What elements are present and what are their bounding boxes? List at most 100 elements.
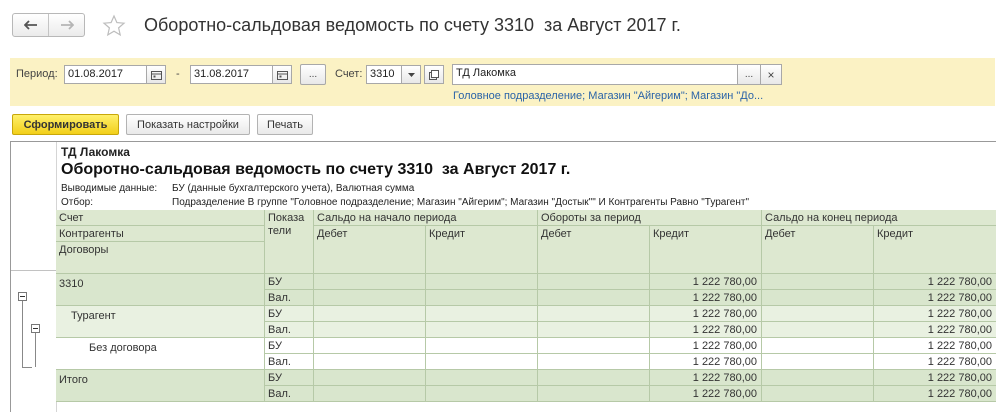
table-row-indicator: БУ bbox=[265, 306, 314, 322]
table-cell-empty bbox=[314, 338, 426, 354]
table-cell-empty bbox=[314, 322, 426, 338]
column-header-debit: Дебет bbox=[538, 226, 650, 274]
tree-line bbox=[22, 301, 23, 367]
report-organization: ТД Лакомка bbox=[61, 145, 130, 159]
column-header-closing: Сальдо на конец периода bbox=[762, 210, 996, 226]
table-cell-value: 1 222 780,00 bbox=[650, 274, 762, 290]
account-open-button[interactable] bbox=[424, 65, 444, 84]
output-value: БУ (данные бухгалтерского учета), Валютн… bbox=[172, 183, 415, 194]
table-cell-empty bbox=[762, 386, 874, 402]
print-button[interactable]: Печать bbox=[257, 114, 313, 135]
table-cell-empty bbox=[314, 386, 426, 402]
filter-value: Подразделение В группе "Головное подразд… bbox=[172, 197, 750, 208]
favorite-button[interactable] bbox=[100, 12, 128, 40]
table-cell-value: 1 222 780,00 bbox=[650, 354, 762, 370]
tree-line bbox=[22, 367, 32, 368]
table-cell-empty bbox=[538, 338, 650, 354]
date-from-input[interactable]: 01.08.2017 bbox=[64, 65, 147, 84]
column-header-indicators: Показа тели bbox=[265, 210, 314, 274]
table-row-name: 3310 bbox=[56, 274, 265, 306]
table-cell-value: 1 222 780,00 bbox=[874, 386, 996, 402]
table-cell-empty bbox=[762, 354, 874, 370]
grouping-header-separator bbox=[11, 270, 56, 271]
collapse-icon[interactable] bbox=[18, 292, 27, 301]
table-row-indicator: Вал. bbox=[265, 354, 314, 370]
account-dropdown-button[interactable] bbox=[401, 65, 421, 84]
organization-input[interactable]: ТД Лакомка bbox=[452, 64, 738, 85]
column-header-credit: Кредит bbox=[650, 226, 762, 274]
table-cell-value: 1 222 780,00 bbox=[650, 322, 762, 338]
nav-buttons bbox=[12, 13, 85, 37]
table-cell-value: 1 222 780,00 bbox=[650, 386, 762, 402]
organization-clear-button[interactable]: × bbox=[760, 64, 782, 85]
column-header-debit: Дебет bbox=[314, 226, 426, 274]
account-label: Счет: bbox=[335, 68, 363, 80]
generate-button[interactable]: Сформировать bbox=[12, 114, 119, 135]
table-cell-empty bbox=[538, 274, 650, 290]
column-header-account: Счет bbox=[56, 210, 265, 226]
organization-select-button[interactable]: ... bbox=[737, 64, 761, 85]
table-cell-empty bbox=[426, 338, 538, 354]
collapse-icon[interactable] bbox=[31, 324, 40, 333]
table-cell-value: 1 222 780,00 bbox=[874, 290, 996, 306]
table-cell-empty bbox=[314, 274, 426, 290]
table-cell-empty bbox=[762, 370, 874, 386]
table-cell-empty bbox=[426, 290, 538, 306]
selection-link[interactable]: Головное подразделение; Магазин "Айгерим… bbox=[453, 90, 763, 102]
table-cell-value: 1 222 780,00 bbox=[874, 306, 996, 322]
arrow-right-icon bbox=[60, 20, 74, 30]
table-cell-empty bbox=[762, 322, 874, 338]
table-cell-empty bbox=[538, 290, 650, 306]
table-row-indicator: Вал. bbox=[265, 386, 314, 402]
table-cell-value: 1 222 780,00 bbox=[874, 370, 996, 386]
table-cell-value: 1 222 780,00 bbox=[650, 338, 762, 354]
table-cell-value: 1 222 780,00 bbox=[650, 370, 762, 386]
forward-button[interactable] bbox=[48, 14, 84, 36]
table-cell-empty bbox=[426, 354, 538, 370]
table-cell-empty bbox=[426, 274, 538, 290]
table-cell-value: 1 222 780,00 bbox=[650, 290, 762, 306]
table-cell-empty bbox=[762, 290, 874, 306]
table-cell-empty bbox=[538, 354, 650, 370]
star-icon bbox=[102, 14, 126, 37]
table-cell-empty bbox=[762, 274, 874, 290]
report-area: ТД Лакомка Оборотно-сальдовая ведомость … bbox=[10, 141, 996, 412]
table-cell-empty bbox=[426, 370, 538, 386]
back-button[interactable] bbox=[13, 14, 48, 36]
table-cell-empty bbox=[314, 354, 426, 370]
arrow-left-icon bbox=[23, 20, 37, 30]
filter-label: Отбор: bbox=[61, 197, 93, 208]
table-cell-value: 1 222 780,00 bbox=[650, 306, 762, 322]
form-header: Оборотно-сальдовая ведомость по счету 33… bbox=[0, 0, 996, 56]
table-row-name: Без договора bbox=[56, 338, 265, 370]
table-row-indicator: БУ bbox=[265, 274, 314, 290]
filter-panel: Период: 01.08.2017 - 31.08.2017 ... Счет… bbox=[10, 58, 995, 106]
chevron-down-icon bbox=[407, 72, 415, 77]
account-input[interactable]: 3310 bbox=[366, 65, 402, 84]
table-cell-empty bbox=[538, 370, 650, 386]
date-from-calendar-button[interactable] bbox=[146, 65, 166, 84]
table-cell-empty bbox=[314, 290, 426, 306]
open-window-icon bbox=[429, 69, 439, 80]
table-cell-empty bbox=[426, 306, 538, 322]
period-dash: - bbox=[176, 68, 180, 80]
table-cell-value: 1 222 780,00 bbox=[874, 338, 996, 354]
table-cell-empty bbox=[314, 370, 426, 386]
table-cell-empty bbox=[762, 306, 874, 322]
table-row-indicator: Вал. bbox=[265, 290, 314, 306]
date-to-input[interactable]: 31.08.2017 bbox=[190, 65, 273, 84]
column-header-opening: Сальдо на начало периода bbox=[314, 210, 538, 226]
page-title: Оборотно-сальдовая ведомость по счету 33… bbox=[144, 15, 681, 35]
tree-line bbox=[35, 333, 36, 367]
column-header-credit: Кредит bbox=[426, 226, 538, 274]
report-title: Оборотно-сальдовая ведомость по счету 33… bbox=[61, 161, 571, 178]
table-row-name: Итого bbox=[56, 370, 265, 402]
table-cell-empty bbox=[538, 386, 650, 402]
column-header-credit: Кредит bbox=[874, 226, 996, 274]
period-label: Период: bbox=[16, 68, 58, 80]
date-to-calendar-button[interactable] bbox=[272, 65, 292, 84]
period-select-button[interactable]: ... bbox=[300, 64, 326, 85]
table-row-indicator: БУ bbox=[265, 370, 314, 386]
show-settings-button[interactable]: Показать настройки bbox=[126, 114, 250, 135]
table-cell-value: 1 222 780,00 bbox=[874, 322, 996, 338]
